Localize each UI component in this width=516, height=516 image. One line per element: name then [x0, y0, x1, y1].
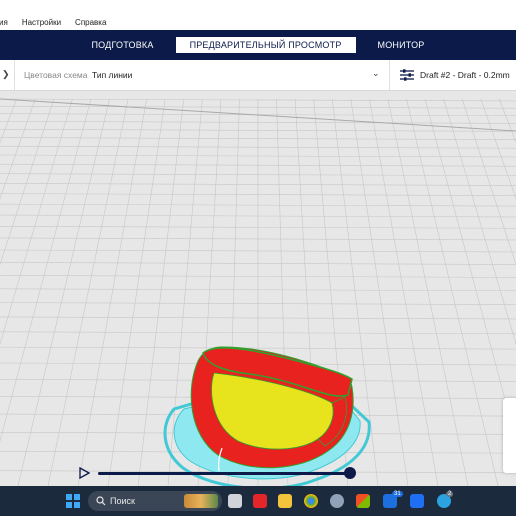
- outlook-badge: 31: [392, 491, 403, 497]
- print-profile-button[interactable]: Draft #2 - Draft - 0.2mm: [420, 70, 510, 80]
- youtube-icon[interactable]: [253, 494, 267, 508]
- toolbar-divider: [14, 60, 15, 90]
- tab-monitor[interactable]: МОНИТОР: [364, 37, 439, 53]
- preview-toolbar: ❯ Цветовая схема Тип линии ⌄ Draft #2 - …: [0, 60, 516, 91]
- window-title-bar: [0, 0, 516, 14]
- news-widget-icon[interactable]: [184, 494, 218, 508]
- menu-bar: ия Настройки Справка: [0, 14, 516, 30]
- menu-item-file[interactable]: ия: [0, 18, 8, 27]
- toolbar-divider: [389, 60, 390, 90]
- menu-item-help[interactable]: Справка: [75, 18, 106, 27]
- cura-icon[interactable]: [410, 494, 424, 508]
- build-plate-scene[interactable]: [0, 91, 516, 486]
- layer-slider-track[interactable]: [98, 472, 350, 475]
- color-scheme-label: Цветовая схема: [24, 70, 88, 80]
- chrome-icon[interactable]: [304, 494, 318, 508]
- layer-slider-handle[interactable]: [344, 467, 356, 479]
- play-icon[interactable]: [78, 467, 90, 479]
- tab-preview[interactable]: ПРЕДВАРИТЕЛЬНЫЙ ПРОСМОТР: [175, 37, 356, 53]
- color-scheme-select[interactable]: Тип линии: [92, 70, 132, 80]
- menu-item-settings[interactable]: Настройки: [22, 18, 61, 27]
- side-panel[interactable]: [503, 398, 516, 473]
- chevron-down-icon[interactable]: ❯: [2, 69, 10, 80]
- store-icon[interactable]: [356, 494, 370, 508]
- settings-icon[interactable]: [330, 494, 344, 508]
- print-settings-icon[interactable]: [399, 68, 415, 82]
- search-icon: [96, 496, 106, 506]
- file-explorer-icon[interactable]: [278, 494, 292, 508]
- tab-prepare[interactable]: ПОДГОТОВКА: [77, 37, 167, 53]
- chevron-down-icon[interactable]: ⌄: [372, 68, 380, 79]
- 3d-viewport[interactable]: [0, 91, 516, 486]
- windows-icon[interactable]: [66, 494, 80, 508]
- task-view-icon[interactable]: [228, 494, 242, 508]
- search-placeholder: Поиск: [110, 496, 135, 506]
- stage-tabs: ПОДГОТОВКА ПРЕДВАРИТЕЛЬНЫЙ ПРОСМОТР МОНИ…: [0, 30, 516, 60]
